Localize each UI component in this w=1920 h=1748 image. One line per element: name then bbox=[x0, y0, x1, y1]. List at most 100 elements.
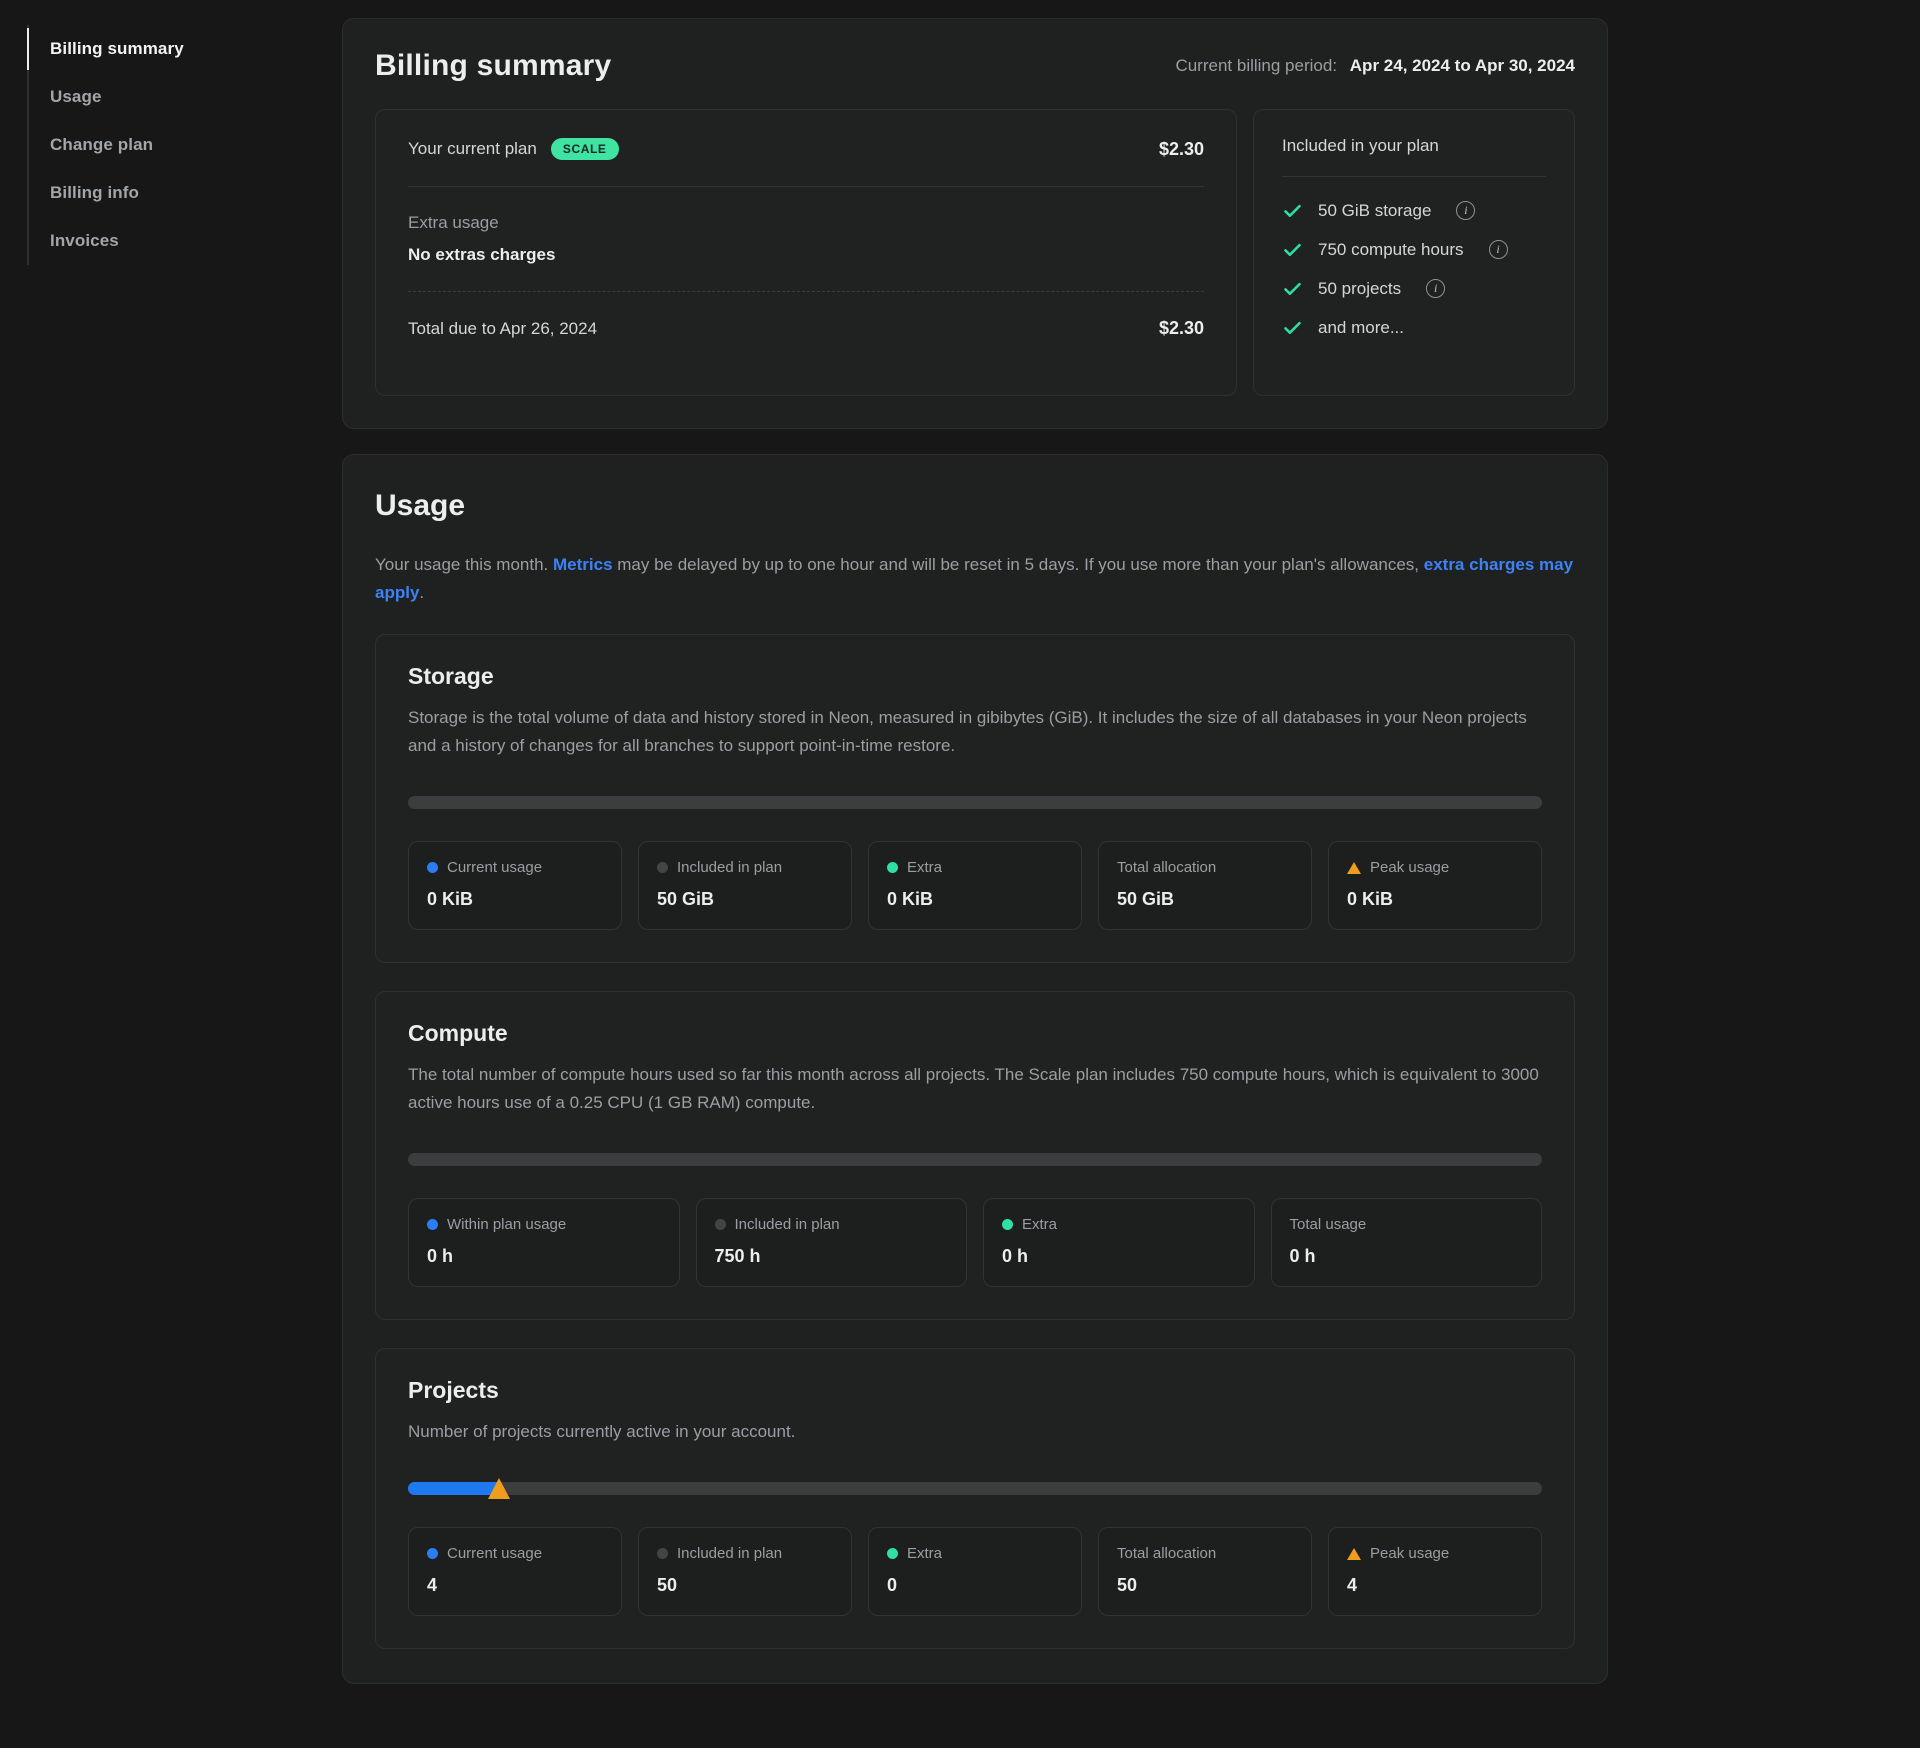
stat-total-allocation: Total allocation 50 GiB bbox=[1098, 841, 1312, 930]
stat-total-allocation: Total allocation 50 bbox=[1098, 1527, 1312, 1616]
current-plan-label: Your current plan bbox=[408, 139, 537, 159]
stat-value: 0 h bbox=[1002, 1246, 1236, 1267]
stat-label: Extra bbox=[1022, 1216, 1057, 1233]
projects-stats: Current usage 4 Included in plan 50 Extr… bbox=[408, 1527, 1542, 1616]
extra-usage-value: No extras charges bbox=[408, 245, 1204, 265]
stat-label: Extra bbox=[907, 859, 942, 876]
projects-progress-bar bbox=[408, 1482, 1542, 1495]
sidebar-item-usage[interactable]: Usage bbox=[29, 73, 342, 121]
plan-badge: SCALE bbox=[551, 138, 619, 160]
compute-progress-bar bbox=[408, 1153, 1542, 1166]
usage-card: Usage Your usage this month. Metrics may… bbox=[342, 454, 1608, 1684]
billing-summary-title: Billing summary bbox=[375, 49, 611, 83]
stat-value: 0 KiB bbox=[887, 889, 1063, 910]
green-dot-icon bbox=[887, 1548, 898, 1559]
info-icon[interactable]: i bbox=[1456, 201, 1475, 220]
stat-label: Total usage bbox=[1290, 1216, 1367, 1233]
stat-value: 0 KiB bbox=[1347, 889, 1523, 910]
included-item-label: 50 GiB storage bbox=[1318, 201, 1431, 221]
checkmark-icon bbox=[1282, 278, 1303, 299]
storage-title: Storage bbox=[408, 663, 1542, 690]
gray-dot-icon bbox=[715, 1219, 726, 1230]
billing-summary-card: Billing summary Current billing period: … bbox=[342, 18, 1608, 429]
orange-triangle-icon bbox=[1347, 1548, 1361, 1560]
compute-stats: Within plan usage 0 h Included in plan 7… bbox=[408, 1198, 1542, 1287]
stat-included-in-plan: Included in plan 50 bbox=[638, 1527, 852, 1616]
stat-value: 0 KiB bbox=[427, 889, 603, 910]
stat-current-usage: Current usage 4 bbox=[408, 1527, 622, 1616]
storage-section: Storage Storage is the total volume of d… bbox=[375, 634, 1575, 963]
stat-included-in-plan: Included in plan 750 h bbox=[696, 1198, 968, 1287]
stat-total-usage: Total usage 0 h bbox=[1271, 1198, 1543, 1287]
sidebar-item-billing-info[interactable]: Billing info bbox=[29, 169, 342, 217]
stat-label: Included in plan bbox=[677, 1545, 782, 1562]
divider bbox=[408, 291, 1204, 292]
stat-value: 4 bbox=[1347, 1575, 1523, 1596]
blue-dot-icon bbox=[427, 1219, 438, 1230]
stat-label: Within plan usage bbox=[447, 1216, 566, 1233]
stat-extra: Extra 0 bbox=[868, 1527, 1082, 1616]
checkmark-icon bbox=[1282, 239, 1303, 260]
sidebar-item-billing-summary[interactable]: Billing summary bbox=[29, 25, 342, 73]
stat-label: Peak usage bbox=[1370, 1545, 1449, 1562]
included-item-label: 50 projects bbox=[1318, 279, 1401, 299]
main-content: Billing summary Current billing period: … bbox=[342, 0, 1608, 1684]
billing-nav: Billing summary Usage Change plan Billin… bbox=[27, 25, 342, 265]
stat-current-usage: Current usage 0 KiB bbox=[408, 841, 622, 930]
total-due-amount: $2.30 bbox=[1159, 318, 1204, 339]
compute-title: Compute bbox=[408, 1020, 1542, 1047]
billing-period: Current billing period: Apr 24, 2024 to … bbox=[1175, 56, 1575, 76]
current-plan-label-group: Your current plan SCALE bbox=[408, 138, 619, 160]
stat-label: Current usage bbox=[447, 859, 542, 876]
storage-stats: Current usage 0 KiB Included in plan 50 … bbox=[408, 841, 1542, 930]
checkmark-icon bbox=[1282, 317, 1303, 338]
usage-intro: Your usage this month. Metrics may be de… bbox=[375, 551, 1575, 606]
plan-charges-panel: Your current plan SCALE $2.30 Extra usag… bbox=[375, 109, 1237, 396]
stat-value: 0 bbox=[887, 1575, 1063, 1596]
included-item-projects: 50 projects i bbox=[1282, 269, 1546, 308]
sidebar-item-invoices[interactable]: Invoices bbox=[29, 217, 342, 265]
gray-dot-icon bbox=[657, 862, 668, 873]
plan-amount: $2.30 bbox=[1159, 139, 1204, 160]
green-dot-icon bbox=[887, 862, 898, 873]
blue-dot-icon bbox=[427, 862, 438, 873]
current-plan-row: Your current plan SCALE $2.30 bbox=[408, 138, 1204, 160]
billing-period-value: Apr 24, 2024 to Apr 30, 2024 bbox=[1350, 56, 1575, 75]
orange-triangle-icon bbox=[1347, 862, 1361, 874]
projects-title: Projects bbox=[408, 1377, 1542, 1404]
peak-usage-marker-icon bbox=[488, 1478, 510, 1499]
stat-within-plan-usage: Within plan usage 0 h bbox=[408, 1198, 680, 1287]
total-due-row: Total due to Apr 26, 2024 $2.30 bbox=[408, 318, 1204, 339]
stat-value: 50 bbox=[657, 1575, 833, 1596]
stat-value: 4 bbox=[427, 1575, 603, 1596]
metrics-link[interactable]: Metrics bbox=[553, 555, 613, 574]
info-icon[interactable]: i bbox=[1426, 279, 1445, 298]
included-item-label: 750 compute hours bbox=[1318, 240, 1464, 260]
included-item-more: and more... bbox=[1282, 308, 1546, 347]
checkmark-icon bbox=[1282, 200, 1303, 221]
intro-text: Your usage this month. bbox=[375, 555, 553, 574]
projects-progress-fill bbox=[408, 1482, 499, 1495]
stat-label: Extra bbox=[907, 1545, 942, 1562]
stat-peak-usage: Peak usage 4 bbox=[1328, 1527, 1542, 1616]
page: Billing summary Usage Change plan Billin… bbox=[0, 0, 1920, 1684]
billing-period-label: Current billing period: bbox=[1175, 56, 1337, 75]
included-item-label: and more... bbox=[1318, 318, 1404, 338]
billing-summary-body: Your current plan SCALE $2.30 Extra usag… bbox=[375, 109, 1575, 396]
divider bbox=[1282, 176, 1546, 177]
stat-value: 750 h bbox=[715, 1246, 949, 1267]
gray-dot-icon bbox=[657, 1548, 668, 1559]
projects-description: Number of projects currently active in y… bbox=[408, 1418, 1542, 1446]
intro-text: . bbox=[419, 583, 424, 602]
stat-included-in-plan: Included in plan 50 GiB bbox=[638, 841, 852, 930]
stat-extra: Extra 0 KiB bbox=[868, 841, 1082, 930]
stat-peak-usage: Peak usage 0 KiB bbox=[1328, 841, 1542, 930]
stat-value: 50 GiB bbox=[657, 889, 833, 910]
sidebar-item-change-plan[interactable]: Change plan bbox=[29, 121, 342, 169]
green-dot-icon bbox=[1002, 1219, 1013, 1230]
billing-sidebar: Billing summary Usage Change plan Billin… bbox=[0, 0, 342, 1684]
info-icon[interactable]: i bbox=[1489, 240, 1508, 259]
stat-label: Total allocation bbox=[1117, 859, 1216, 876]
stat-value: 0 h bbox=[427, 1246, 661, 1267]
stat-label: Current usage bbox=[447, 1545, 542, 1562]
